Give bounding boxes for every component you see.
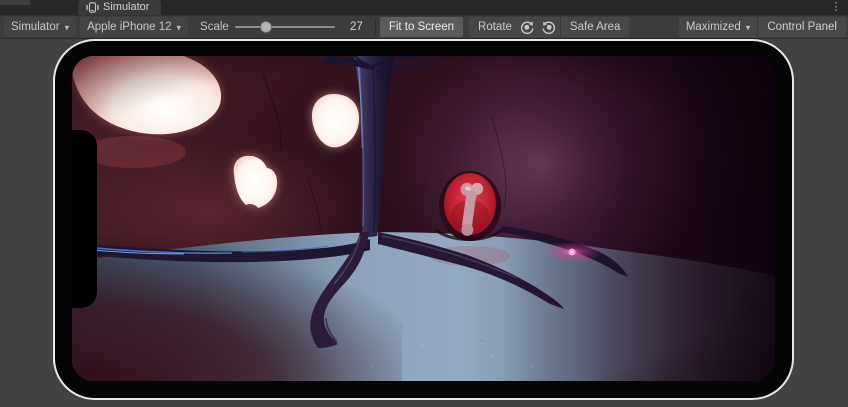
safe-area-button[interactable]: Safe Area [561,17,630,37]
simulator-menu-dropdown[interactable]: Simulator ▾ [4,17,76,37]
kebab-menu-icon[interactable]: ⋮ [830,1,842,14]
maximized-dropdown[interactable]: Maximized ▾ [679,17,758,37]
device-dropdown[interactable]: Apple iPhone 12 ▾ [80,17,188,37]
control-panel-button[interactable]: Control Panel [758,17,846,37]
vignette [72,56,775,381]
rotate-safe-area-group: Rotate Safe Area [469,17,629,37]
simulator-viewport [0,39,848,406]
scale-slider-thumb[interactable] [260,21,272,33]
caret-down-icon: ▾ [746,22,751,33]
iphone-notch [72,130,97,308]
tab-bar: Simulator ⋮ [0,0,848,15]
caret-down-icon: ▾ [65,22,70,33]
tab-label: Simulator [103,0,149,15]
rotate-counterclockwise-icon[interactable] [538,17,560,37]
scale-slider[interactable] [235,17,335,37]
device-simulator-icon [86,2,99,13]
simulator-menu-label: Simulator [11,21,60,33]
fit-to-screen-button[interactable]: Fit to Screen [380,17,463,37]
window-mode-group: Maximized ▾ Control Panel [679,17,846,37]
scale-label: Scale [200,21,229,33]
maximized-label: Maximized [686,21,741,33]
iphone-12-frame [53,39,794,400]
tab-simulator[interactable]: Simulator [78,0,161,15]
device-dropdown-label: Apple iPhone 12 [87,21,171,33]
unity-device-simulator-window: Simulator ⋮ Simulator ▾ Apple iPhone 12 … [0,0,848,407]
rotate-label: Rotate [469,21,516,33]
scale-value: 27 [337,21,363,33]
caret-down-icon: ▾ [177,22,182,33]
toolbar-separator [375,19,376,35]
scale-slider-track [235,26,335,28]
adjacent-panel-sliver [0,0,30,5]
rotate-clockwise-icon[interactable] [516,17,538,37]
game-view-screen[interactable] [72,56,775,381]
simulator-toolbar: Simulator ▾ Apple iPhone 12 ▾ Scale 27 F… [0,15,848,39]
game-scene [72,56,775,381]
